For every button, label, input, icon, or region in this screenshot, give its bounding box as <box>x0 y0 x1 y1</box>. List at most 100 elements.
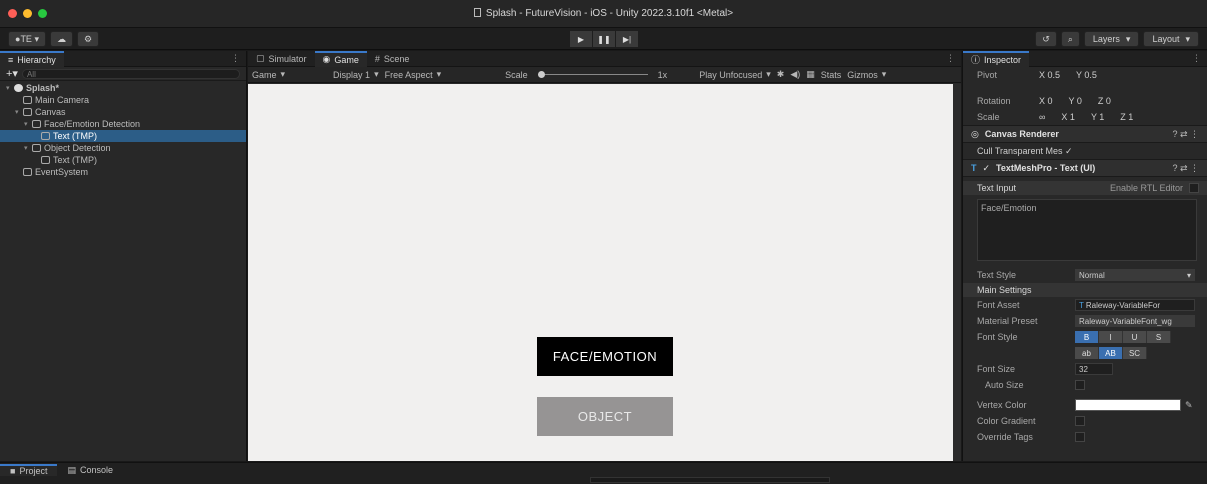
eyedropper-icon[interactable]: ✎ <box>1185 400 1193 411</box>
textmeshpro-header[interactable]: T ✓ TextMeshPro - Text (UI) ? ⇄ ⋮ <box>963 159 1207 177</box>
override-tags-checkbox[interactable] <box>1075 432 1085 442</box>
search-icon: ⌕ <box>1067 33 1073 44</box>
font-asset-field[interactable]: T Raleway-VariableFor <box>1075 299 1195 311</box>
pause-button[interactable]: ❚❚ <box>593 31 615 47</box>
hierarchy-item[interactable]: ▾ Canvas <box>0 106 246 118</box>
object-button[interactable]: OBJECT <box>537 397 673 436</box>
tab-game[interactable]: ◉ Game <box>314 50 367 67</box>
font-size-label: Font Size <box>977 364 1016 374</box>
play-button[interactable]: ▶ <box>570 31 592 47</box>
cloud-button[interactable]: ☁ <box>49 31 73 47</box>
link-icon[interactable]: ∞ <box>1039 112 1045 122</box>
expand-arrow-icon[interactable]: ▾ <box>15 108 23 116</box>
play-focus-dropdown[interactable]: Play Unfocused ▾ <box>699 69 771 80</box>
pivot-y-field[interactable]: Y 0.5 <box>1076 70 1097 80</box>
game-dropdown[interactable]: Game ▾ <box>252 69 285 80</box>
account-dropdown[interactable]: ● TE ▾ <box>8 31 46 47</box>
tab-project[interactable]: ■ Project <box>0 464 58 476</box>
component-menu-icon[interactable]: ? ⇄ ⋮ <box>1172 163 1199 174</box>
hierarchy-item[interactable]: EventSystem <box>0 166 246 178</box>
tab-project-label: Project <box>19 466 48 476</box>
layout-dropdown[interactable]: Layout ▾ <box>1143 31 1199 47</box>
chevron-down-icon: ▾ <box>436 69 442 79</box>
lowercase-button[interactable]: ab <box>1075 347 1099 359</box>
settings-button[interactable]: ⚙ <box>76 31 100 47</box>
bug-icon[interactable]: ✱ <box>777 69 785 80</box>
tab-scene[interactable]: # Scene <box>367 51 418 67</box>
hierarchy-item[interactable]: Text (TMP) <box>0 154 246 166</box>
tab-inspector[interactable]: ⓘ Inspector <box>963 50 1030 67</box>
expand-arrow-icon[interactable]: ▾ <box>6 84 14 92</box>
display-dropdown[interactable]: Display 1 ▾ <box>333 69 379 80</box>
tab-hierarchy[interactable]: ≡ Hierarchy <box>0 50 64 67</box>
search-button[interactable]: ⌕ <box>1060 31 1080 47</box>
window-title: Splash - FutureVision - iOS - Unity 2022… <box>0 8 1207 19</box>
rotation-y-field[interactable]: Y 0 <box>1069 96 1082 106</box>
scale-label: Scale <box>505 69 528 80</box>
smallcaps-button[interactable]: SC <box>1123 347 1147 359</box>
game-viewport[interactable]: FACE/EMOTION OBJECT <box>248 84 953 461</box>
add-object-button[interactable]: +▾ <box>6 67 18 80</box>
rotation-z-field[interactable]: Z 0 <box>1098 96 1111 106</box>
text-style-dropdown[interactable]: Normal ▾ <box>1075 269 1195 281</box>
tab-simulator[interactable]: ▢ Simulator <box>248 51 315 67</box>
strikethrough-button[interactable]: S <box>1147 331 1171 343</box>
layers-dropdown[interactable]: Layers ▾ <box>1083 31 1140 47</box>
font-asset-value: Raleway-VariableFor <box>1085 300 1160 310</box>
aspect-dropdown-label: Free Aspect <box>384 69 433 80</box>
font-size-value: 32 <box>1079 364 1088 374</box>
uppercase-button[interactable]: AB <box>1099 347 1123 359</box>
viewport-scrollbar[interactable] <box>953 84 961 461</box>
rotation-x-field[interactable]: X 0 <box>1039 96 1053 106</box>
hierarchy-item[interactable]: Text (TMP) <box>0 130 246 142</box>
material-preset-dropdown[interactable]: Raleway-VariableFont_wg <box>1075 315 1195 327</box>
cull-transparent-row[interactable]: Cull Transparent Mes ✓ <box>963 143 1207 159</box>
enabled-checkbox[interactable]: ✓ <box>983 163 991 174</box>
bottom-panel: ■ Project ▤ Console <box>0 462 1207 484</box>
hierarchy-search-input[interactable]: All <box>21 68 240 79</box>
underline-button[interactable]: U <box>1123 331 1147 343</box>
font-style-row: Font Style B I U S <box>963 329 1207 345</box>
gameobject-icon <box>32 120 41 128</box>
italic-button[interactable]: I <box>1099 331 1123 343</box>
rtl-editor-checkbox[interactable] <box>1189 183 1199 193</box>
component-menu-icon[interactable]: ? ⇄ ⋮ <box>1172 129 1199 140</box>
history-button[interactable]: ↺ <box>1035 31 1057 47</box>
expand-arrow-icon[interactable]: ▾ <box>24 144 32 152</box>
canvas-renderer-header[interactable]: ◎ Canvas Renderer ? ⇄ ⋮ <box>963 125 1207 143</box>
face-emotion-button[interactable]: FACE/EMOTION <box>537 337 673 376</box>
panel-menu-icon[interactable]: ⋮ <box>231 53 240 64</box>
scale-row: Scale ∞ X 1 Y 1 Z 1 <box>963 109 1207 125</box>
pivot-x-field[interactable]: X 0.5 <box>1039 70 1060 80</box>
hierarchy-item[interactable]: ▾ Face/Emotion Detection <box>0 118 246 130</box>
bold-button[interactable]: B <box>1075 331 1099 343</box>
gameobject-icon <box>23 96 32 104</box>
lock-icon[interactable]: ⋮ <box>1192 53 1201 64</box>
color-gradient-label: Color Gradient <box>977 416 1036 426</box>
grid-icon: # <box>374 53 380 64</box>
mute-audio-icon[interactable]: ◀) <box>790 69 800 80</box>
expand-arrow-icon[interactable]: ▾ <box>24 120 32 128</box>
tab-console[interactable]: ▤ Console <box>57 465 123 476</box>
auto-size-checkbox[interactable] <box>1075 380 1085 390</box>
play-focus-label: Play Unfocused <box>699 69 763 80</box>
material-preset-value: Raleway-VariableFont_wg <box>1079 316 1172 326</box>
stats-toggle[interactable]: Stats <box>821 70 842 80</box>
scale-slider-knob[interactable] <box>537 71 545 78</box>
hierarchy-item[interactable]: ▾ Object Detection <box>0 142 246 154</box>
font-size-field[interactable]: 32 <box>1075 363 1113 375</box>
gizmos-dropdown[interactable]: Gizmos ▾ <box>847 69 886 80</box>
hierarchy-item[interactable]: Main Camera <box>0 94 246 106</box>
text-input-field[interactable]: Face/Emotion <box>977 199 1197 261</box>
step-button[interactable]: ▶| <box>616 31 638 47</box>
scale-y-field[interactable]: Y 1 <box>1091 112 1104 122</box>
hierarchy-item[interactable]: ▾ Splash* <box>0 82 246 94</box>
scale-z-field[interactable]: Z 1 <box>1120 112 1133 122</box>
aspect-dropdown[interactable]: Free Aspect ▾ <box>385 69 442 80</box>
font-style-buttons: BIUS <box>1075 331 1171 343</box>
vertex-color-swatch[interactable] <box>1075 399 1181 411</box>
scale-x-field[interactable]: X 1 <box>1061 112 1075 122</box>
color-gradient-checkbox[interactable] <box>1075 416 1085 426</box>
panel-menu-icon[interactable]: ⋮ <box>946 53 955 64</box>
scale-slider[interactable] <box>537 71 648 78</box>
